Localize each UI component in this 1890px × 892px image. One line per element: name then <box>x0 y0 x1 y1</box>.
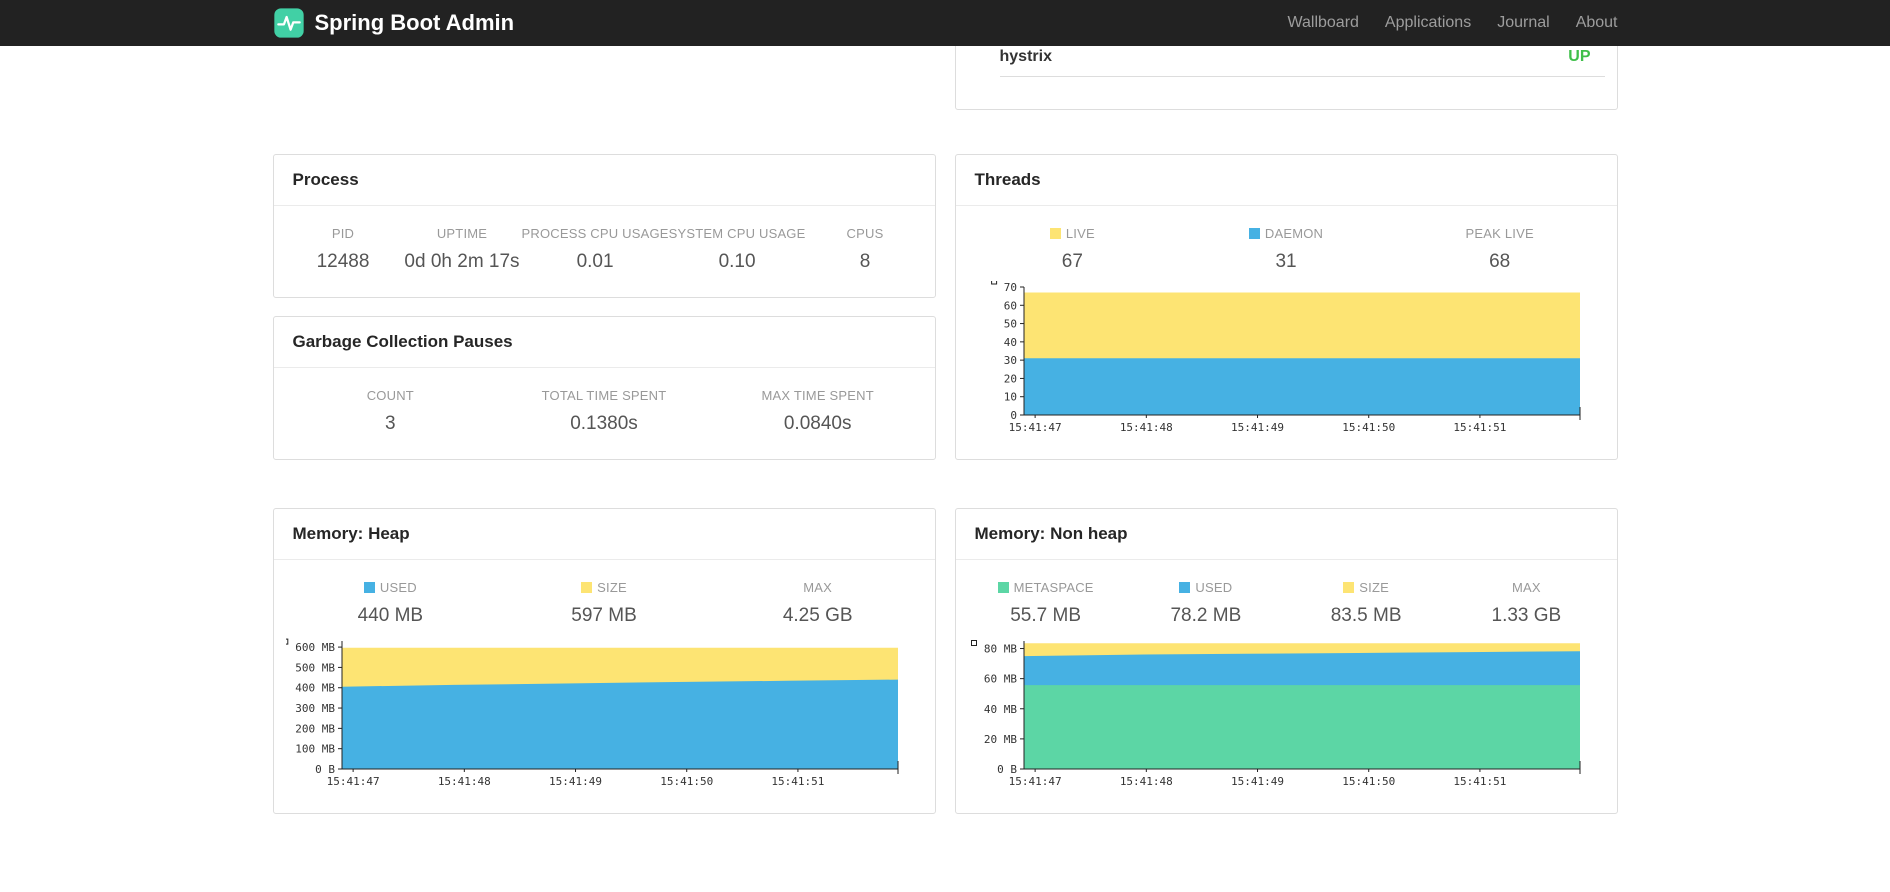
row-top: hystrix UP <box>273 0 1618 110</box>
stat-pid: PID 12488 <box>316 226 370 272</box>
stat-system-cpu: SYSTEM CPU USAGE 0.10 <box>668 226 806 272</box>
stat-process-cpu: PROCESS CPU USAGE 0.01 <box>521 226 669 272</box>
stat-heap-size: SIZE 597 MB <box>571 580 637 626</box>
heap-legend: USED 440 MB SIZE 597 MB MAX 4.25 GB <box>274 560 935 627</box>
process-stats: PID 12488 UPTIME 0d 0h 2m 17s PROCESS CP… <box>274 206 935 297</box>
svg-text:200 MB: 200 MB <box>295 722 335 735</box>
svg-text:40 MB: 40 MB <box>983 703 1016 716</box>
stat-gc-max-time: MAX TIME SPENT 0.0840s <box>761 388 874 434</box>
threads-legend: LIVE 67 DAEMON 31 PEAK LIVE 68 <box>956 206 1617 273</box>
threads-card: Threads LIVE 67 DAEMON 31 PEAK LIVE 68 0… <box>954 154 1618 460</box>
stat-nonheap-size: SIZE 83.5 MB <box>1330 580 1402 626</box>
svg-text:15:41:49: 15:41:49 <box>1231 421 1284 434</box>
svg-text:20: 20 <box>1003 372 1016 385</box>
svg-text:60 MB: 60 MB <box>983 673 1016 686</box>
brand-title: Spring Boot Admin <box>314 10 515 35</box>
legend-swatch-heap-size <box>581 582 593 593</box>
svg-text:10: 10 <box>1003 391 1016 404</box>
svg-text:15:41:48: 15:41:48 <box>1119 775 1172 788</box>
svg-text:15:41:49: 15:41:49 <box>1231 775 1284 788</box>
stat-threads-live: LIVE 67 <box>966 226 1180 273</box>
svg-text:15:41:47: 15:41:47 <box>1008 421 1061 434</box>
stat-nonheap-max: MAX 1.33 GB <box>1491 580 1562 626</box>
nav-item-applications[interactable]: Applications <box>1385 14 1471 32</box>
memory-nonheap-title: Memory: Non heap <box>955 509 1617 560</box>
legend-swatch-live <box>1049 228 1061 239</box>
svg-text:15:41:50: 15:41:50 <box>660 775 713 788</box>
left-column: Process PID 12488 UPTIME 0d 0h 2m 17s PR… <box>272 154 936 460</box>
row-bottom: Memory: Heap USED 440 MB SIZE 597 MB MAX… <box>272 508 1618 814</box>
memory-heap-chart: 0 B100 MB200 MB300 MB400 MB500 MB600 MB1… <box>285 638 898 788</box>
nav-links: Wallboard Applications Journal About <box>1287 14 1617 32</box>
nav-item-about[interactable]: About <box>1576 14 1618 32</box>
application-status-badge: UP <box>1568 48 1591 65</box>
stat-heap-max: MAX 4.25 GB <box>782 580 853 626</box>
svg-text:100 MB: 100 MB <box>295 743 335 756</box>
nav-item-journal[interactable]: Journal <box>1497 14 1549 32</box>
navbar-inner: Spring Boot Admin Wallboard Applications… <box>273 0 1618 46</box>
gc-stats: COUNT 3 TOTAL TIME SPENT 0.1380s MAX TIM… <box>274 368 935 459</box>
stat-nonheap-metaspace: METASPACE 55.7 MB <box>966 580 1126 627</box>
legend-swatch-nonheap-used <box>1179 582 1191 593</box>
svg-text:50: 50 <box>1003 318 1016 331</box>
row-top-spacer <box>273 46 936 110</box>
svg-text:15:41:48: 15:41:48 <box>437 775 490 788</box>
gc-card: Garbage Collection Pauses COUNT 3 TOTAL … <box>272 316 936 460</box>
threads-chart: 01020304050607015:41:47 15:41:48 15:41:49 1… <box>990 281 1580 434</box>
stat-gc-total-time: TOTAL TIME SPENT 0.1380s <box>541 388 667 434</box>
memory-heap-card: Memory: Heap USED 440 MB SIZE 597 MB MAX… <box>272 508 936 814</box>
svg-text:400 MB: 400 MB <box>295 682 335 695</box>
threads-chart-wrap: 0 10 20 30 40 50 60 70 15:41:47 15:41:48 15:41:49 1… <box>956 273 1617 459</box>
svg-text:15:41:47: 15:41:47 <box>1008 775 1061 788</box>
stat-nonheap-used: USED 78.2 MB <box>1170 580 1242 626</box>
stat-threads-peak: PEAK LIVE 68 <box>1465 226 1534 272</box>
stat-threads-daemon: DAEMON 31 <box>1179 226 1393 273</box>
main-content: hystrix UP Process PID 12488 UPTIME 0d 0… <box>272 0 1618 814</box>
navbar: Spring Boot Admin Wallboard Applications… <box>0 0 1890 46</box>
svg-text:30: 30 <box>1003 354 1016 367</box>
legend-swatch-metaspace <box>997 582 1009 593</box>
nav-item-wallboard[interactable]: Wallboard <box>1287 14 1358 32</box>
stat-cpus: CPUS 8 <box>846 226 884 272</box>
legend-swatch-daemon <box>1248 228 1260 239</box>
nonheap-legend: METASPACE 55.7 MB USED 78.2 MB SIZE 83.5… <box>956 560 1617 627</box>
memory-nonheap-card: Memory: Non heap METASPACE 55.7 MB USED … <box>954 508 1618 814</box>
svg-text:15:41:51: 15:41:51 <box>771 775 824 788</box>
svg-text:60: 60 <box>1003 299 1016 312</box>
legend-swatch-heap-used <box>363 582 375 593</box>
svg-text:15:41:50: 15:41:50 <box>1342 775 1395 788</box>
spring-boot-admin-logo-icon <box>273 7 305 39</box>
stat-gc-count: COUNT 3 <box>366 388 414 434</box>
svg-text:15:41:50: 15:41:50 <box>1342 421 1395 434</box>
svg-text:300 MB: 300 MB <box>295 702 335 715</box>
memory-nonheap-chart: 0 B20 MB40 MB60 MB80 MB15:41:47 15:41:48 1… <box>970 640 1580 788</box>
legend-swatch-nonheap-size <box>1343 582 1355 593</box>
application-name: hystrix <box>999 48 1052 65</box>
brand-link[interactable]: Spring Boot Admin <box>273 7 515 39</box>
svg-text:70: 70 <box>1003 281 1016 294</box>
svg-text:15:41:51: 15:41:51 <box>1453 421 1506 434</box>
memory-heap-title: Memory: Heap <box>273 509 935 560</box>
svg-text:20 MB: 20 MB <box>983 733 1016 746</box>
svg-text:600 MB: 600 MB <box>295 641 335 654</box>
stat-uptime: UPTIME 0d 0h 2m 17s <box>404 226 520 272</box>
stat-heap-used: USED 440 MB <box>357 580 424 626</box>
svg-text:80 MB: 80 MB <box>983 643 1016 656</box>
svg-text:15:41:49: 15:41:49 <box>549 775 602 788</box>
row-middle: Process PID 12488 UPTIME 0d 0h 2m 17s PR… <box>272 154 1618 460</box>
svg-text:15:41:48: 15:41:48 <box>1119 421 1172 434</box>
svg-text:500 MB: 500 MB <box>295 661 335 674</box>
gc-card-title: Garbage Collection Pauses <box>273 317 935 368</box>
svg-text:15:41:47: 15:41:47 <box>326 775 379 788</box>
svg-text:40: 40 <box>1003 336 1016 349</box>
threads-card-title: Threads <box>955 155 1617 206</box>
process-card-title: Process <box>273 155 935 206</box>
heap-chart-wrap: 0 B 100 MB 200 MB 300 MB 400 MB 500 MB 600 MB 1… <box>274 627 935 813</box>
process-card: Process PID 12488 UPTIME 0d 0h 2m 17s PR… <box>272 154 936 298</box>
nonheap-chart-wrap: 0 B 20 MB 40 MB 60 MB 80 MB 15:41:47 15:41:48 1… <box>956 627 1617 813</box>
svg-text:15:41:51: 15:41:51 <box>1453 775 1506 788</box>
